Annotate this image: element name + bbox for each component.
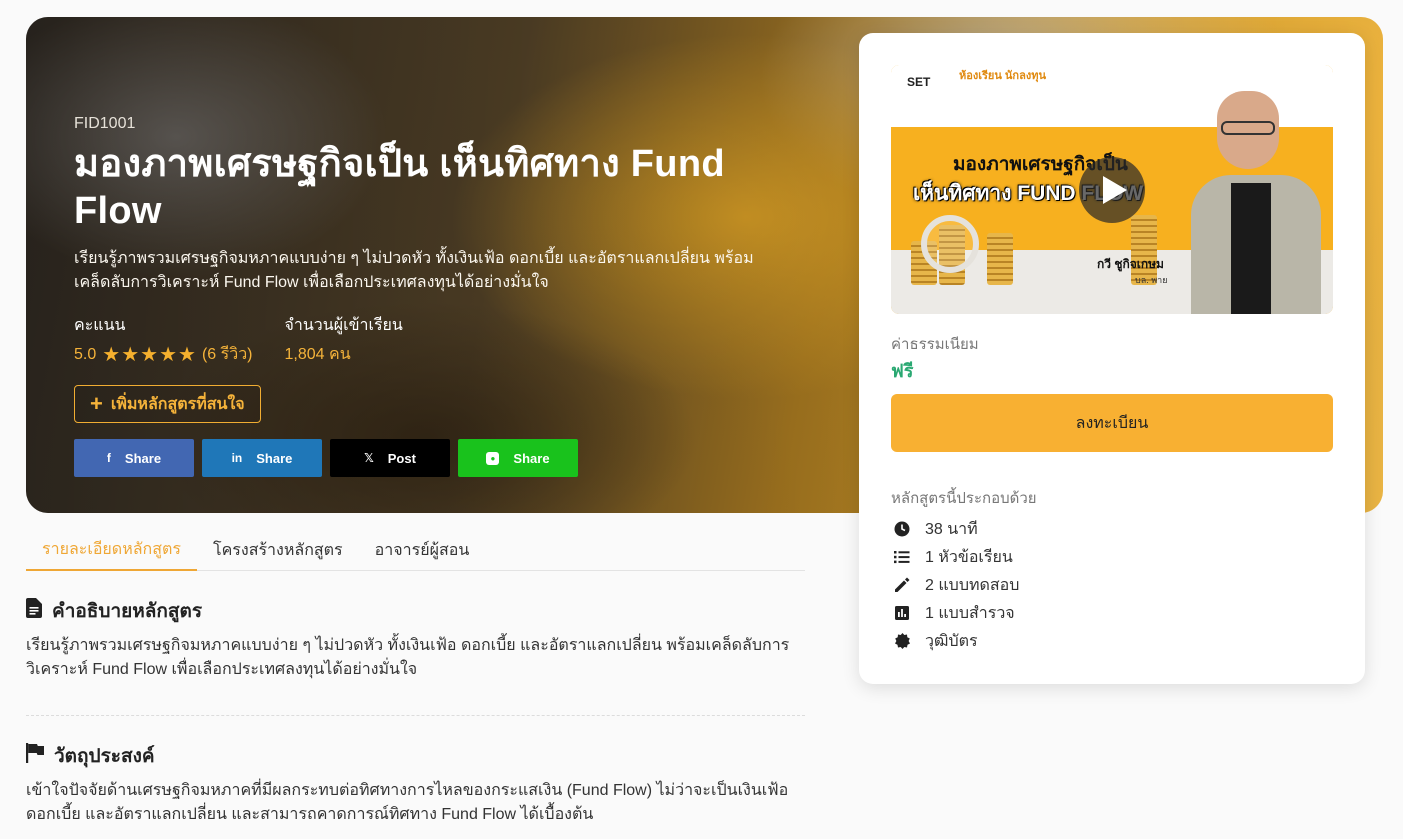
add-wishlist-button[interactable]: + เพิ่มหลักสูตรที่สนใจ bbox=[74, 385, 261, 423]
list-item: 1 แบบสำรวจ bbox=[893, 599, 1019, 627]
share-label: Post bbox=[387, 450, 416, 466]
presenter-shirt bbox=[1231, 183, 1271, 314]
presenter-name: กวี ชูกิจเกษม bbox=[1097, 257, 1164, 271]
document-icon bbox=[26, 598, 42, 624]
star-icon: ★ bbox=[102, 343, 121, 366]
list-item: 2 แบบทดสอบ bbox=[893, 571, 1019, 599]
fee-label: ค่าธรรมเนียม bbox=[891, 336, 979, 353]
add-wishlist-label: เพิ่มหลักสูตรที่สนใจ bbox=[110, 395, 245, 413]
facebook-share-button[interactable]: f Share bbox=[74, 439, 194, 477]
include-text: 1 แบบสำรวจ bbox=[925, 604, 1015, 622]
enrollment-label: จำนวนผู้เข้าเรียน bbox=[284, 317, 403, 334]
section-divider bbox=[26, 715, 805, 716]
list-item: 1 หัวข้อเรียน bbox=[893, 543, 1019, 571]
rating-stars: ★ ★ ★ ★ ★ bbox=[102, 343, 196, 366]
share-label: Share bbox=[513, 450, 550, 466]
enrollment-block: จำนวนผู้เข้าเรียน 1,804 คน bbox=[285, 313, 403, 367]
description-heading-row: คำอธิบายหลักสูตร bbox=[26, 596, 805, 626]
include-text: 2 แบบทดสอบ bbox=[925, 576, 1020, 594]
rating-value: 5.0 ★ ★ ★ ★ ★ (6 รีวิว) bbox=[74, 342, 253, 367]
include-text: วุฒิบัตร bbox=[925, 632, 978, 650]
list-icon bbox=[893, 548, 911, 566]
rating-score: 5.0 bbox=[74, 345, 97, 363]
star-icon: ★ bbox=[159, 343, 177, 366]
course-stats: คะแนน 5.0 ★ ★ ★ ★ ★ (6 รีวิว) จำนวนผู้เข… bbox=[74, 313, 774, 367]
description-section: คำอธิบายหลักสูตร เรียนรู้ภาพรวมเศรษฐกิจม… bbox=[26, 596, 805, 682]
description-body: เรียนรู้ภาพรวมเศรษฐกิจมหภาคแบบง่าย ๆ ไม่… bbox=[26, 637, 790, 678]
linkedin-share-button[interactable]: in Share bbox=[202, 439, 322, 477]
enrollment-count: 1,804 คน bbox=[284, 346, 351, 363]
linkedin-icon: in bbox=[231, 451, 243, 465]
plus-icon: + bbox=[90, 391, 103, 416]
tab-instructors[interactable]: อาจารย์ผู้สอน bbox=[359, 529, 486, 571]
facebook-icon: f bbox=[106, 451, 111, 465]
share-label: Share bbox=[124, 450, 162, 466]
classroom-logo: ห้องเรียน นักลงทุน bbox=[959, 70, 1046, 82]
presenter-glasses bbox=[1221, 121, 1275, 135]
rating-label: คะแนน bbox=[74, 317, 126, 334]
include-text: 38 นาที bbox=[925, 520, 978, 538]
includes-list: 38 นาที 1 หัวข้อเรียน 2 แบบทดสอบ 1 แบบสำ… bbox=[893, 515, 1019, 655]
star-icon: ★ bbox=[178, 343, 196, 366]
x-post-button[interactable]: 𝕏 Post bbox=[330, 439, 450, 477]
description-heading: คำอธิบายหลักสูตร bbox=[52, 601, 203, 622]
tab-course-structure[interactable]: โครงสร้างหลักสูตร bbox=[197, 529, 359, 571]
set-logo: SET bbox=[907, 75, 931, 89]
x-icon: 𝕏 bbox=[364, 451, 374, 465]
rating-block: คะแนน 5.0 ★ ★ ★ ★ ★ (6 รีวิว) bbox=[74, 313, 253, 367]
enroll-button[interactable]: ลงทะเบียน bbox=[891, 394, 1333, 452]
course-code: FID1001 bbox=[74, 115, 136, 132]
poll-icon bbox=[893, 604, 911, 622]
pencil-icon bbox=[893, 576, 911, 594]
hero-content: FID1001 มองภาพเศรษฐกิจเป็น เห็นทิศทาง Fu… bbox=[74, 115, 774, 477]
tab-course-details[interactable]: รายละเอียดหลักสูตร bbox=[26, 529, 197, 571]
rating-reviews[interactable]: (6 รีวิว) bbox=[202, 342, 253, 367]
presenter-photo bbox=[1191, 91, 1321, 314]
flag-icon bbox=[26, 743, 44, 769]
share-label: Share bbox=[256, 450, 293, 466]
list-item: 38 นาที bbox=[893, 515, 1019, 543]
includes-title: หลักสูตรนี้ประกอบด้วย bbox=[891, 490, 1037, 507]
coin-stack bbox=[987, 233, 1013, 285]
fee-value: ฟรี bbox=[891, 361, 914, 381]
course-title: มองภาพเศรษฐกิจเป็น เห็นทิศทาง Fund Flow bbox=[74, 143, 725, 232]
objective-body: เข้าใจปัจจัยด้านเศรษฐกิจมหภาคที่มีผลกระท… bbox=[26, 782, 789, 823]
star-icon: ★ bbox=[140, 343, 159, 366]
line-icon: ● bbox=[486, 451, 500, 465]
objective-section: วัตถุประสงค์ เข้าใจปัจจัยด้านเศรษฐกิจมหภ… bbox=[26, 741, 805, 827]
badge-icon bbox=[893, 632, 911, 650]
list-item: วุฒิบัตร bbox=[893, 627, 1019, 655]
share-buttons: f Share in Share 𝕏 Post ● Share bbox=[74, 439, 774, 477]
star-icon: ★ bbox=[121, 343, 140, 366]
line-share-button[interactable]: ● Share bbox=[458, 439, 578, 477]
objective-heading: วัตถุประสงค์ bbox=[54, 746, 155, 767]
magnifier-graphic bbox=[921, 215, 979, 273]
play-icon[interactable] bbox=[1079, 157, 1145, 223]
include-text: 1 หัวข้อเรียน bbox=[925, 548, 1013, 566]
presenter-org: บล. พาย bbox=[1135, 275, 1168, 285]
enroll-card: SET ห้องเรียน นักลงทุน มองภาพเศรษฐกิจเป็… bbox=[859, 33, 1365, 684]
objective-heading-row: วัตถุประสงค์ bbox=[26, 741, 805, 771]
course-video-thumbnail[interactable]: SET ห้องเรียน นักลงทุน มองภาพเศรษฐกิจเป็… bbox=[891, 65, 1333, 314]
clock-icon bbox=[893, 520, 911, 538]
course-subtitle: เรียนรู้ภาพรวมเศรษฐกิจมหภาคแบบง่าย ๆ ไม่… bbox=[74, 250, 754, 291]
course-tabs: รายละเอียดหลักสูตร โครงสร้างหลักสูตร อาจ… bbox=[26, 529, 805, 571]
